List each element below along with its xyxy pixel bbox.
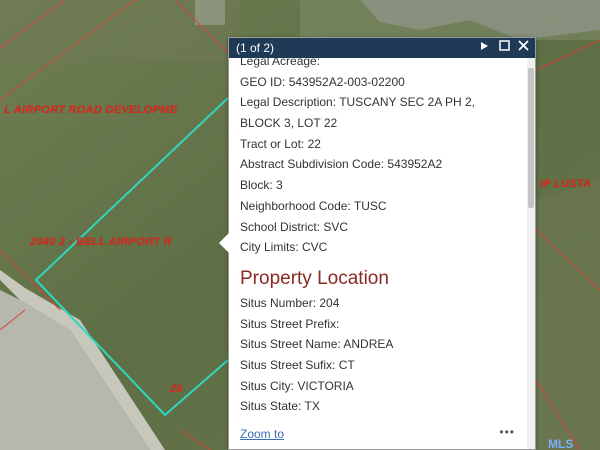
attr-row: GEO ID: 543952A2-003-02200 — [240, 74, 405, 89]
location-row: Situs Street Prefix: — [240, 316, 340, 331]
attr-row: Legal Acreage: — [240, 58, 321, 68]
map-label-road-left: 2040 2 - BELL AIRPORT R — [30, 236, 172, 248]
map-label-right: IP LUSTA — [540, 178, 592, 190]
map-label-road-top: L AIRPORT ROAD DEVELOPME — [4, 104, 178, 116]
location-row: Situs State: TX — [240, 399, 320, 414]
section-title-property-location: Property Location — [240, 267, 389, 289]
map-label-road-bottom: 20 — [170, 383, 183, 395]
feature-counter: (1 of 2) — [236, 41, 275, 55]
attr-row: Block: 3 — [240, 178, 283, 193]
attr-row: BLOCK 3, LOT 22 — [240, 116, 338, 131]
scrollbar-thumb[interactable] — [528, 68, 534, 208]
attr-row: Neighborhood Code: TUSC — [240, 198, 387, 213]
popup-body: Legal Acreage: GEO ID: 543952A2-003-0220… — [229, 58, 527, 449]
maximize-button[interactable] — [497, 40, 511, 54]
attr-row: School District: SVC — [240, 219, 349, 234]
feature-popup[interactable]: (1 of 2) Legal Acreage: GEO ID: 543952A2… — [219, 37, 536, 450]
attr-row: Tract or Lot: 22 — [240, 136, 321, 151]
location-row: Situs Street Sufix: CT — [240, 357, 355, 372]
next-feature-button[interactable] — [477, 40, 491, 54]
zoom-to-link[interactable]: Zoom to — [240, 427, 284, 441]
popup-scrollbar[interactable] — [527, 58, 535, 449]
play-icon — [481, 42, 488, 50]
mls-watermark: MLS — [548, 437, 574, 450]
maximize-icon — [498, 40, 510, 51]
popup-pointer — [219, 233, 229, 253]
close-icon — [517, 40, 529, 51]
more-actions-button[interactable]: ••• — [499, 425, 515, 439]
close-button[interactable] — [516, 40, 530, 54]
attr-row: City Limits: CVC — [240, 240, 328, 255]
popup-header: (1 of 2) — [229, 38, 535, 58]
location-row: Situs City: VICTORIA — [240, 378, 354, 393]
attr-row: Legal Description: TUSCANY SEC 2A PH 2, — [240, 95, 476, 110]
attr-row: Abstract Subdivision Code: 543952A2 — [240, 157, 443, 172]
location-row: Situs Street Name: ANDREA — [240, 337, 394, 352]
location-row: Situs Number: 204 — [240, 295, 340, 310]
